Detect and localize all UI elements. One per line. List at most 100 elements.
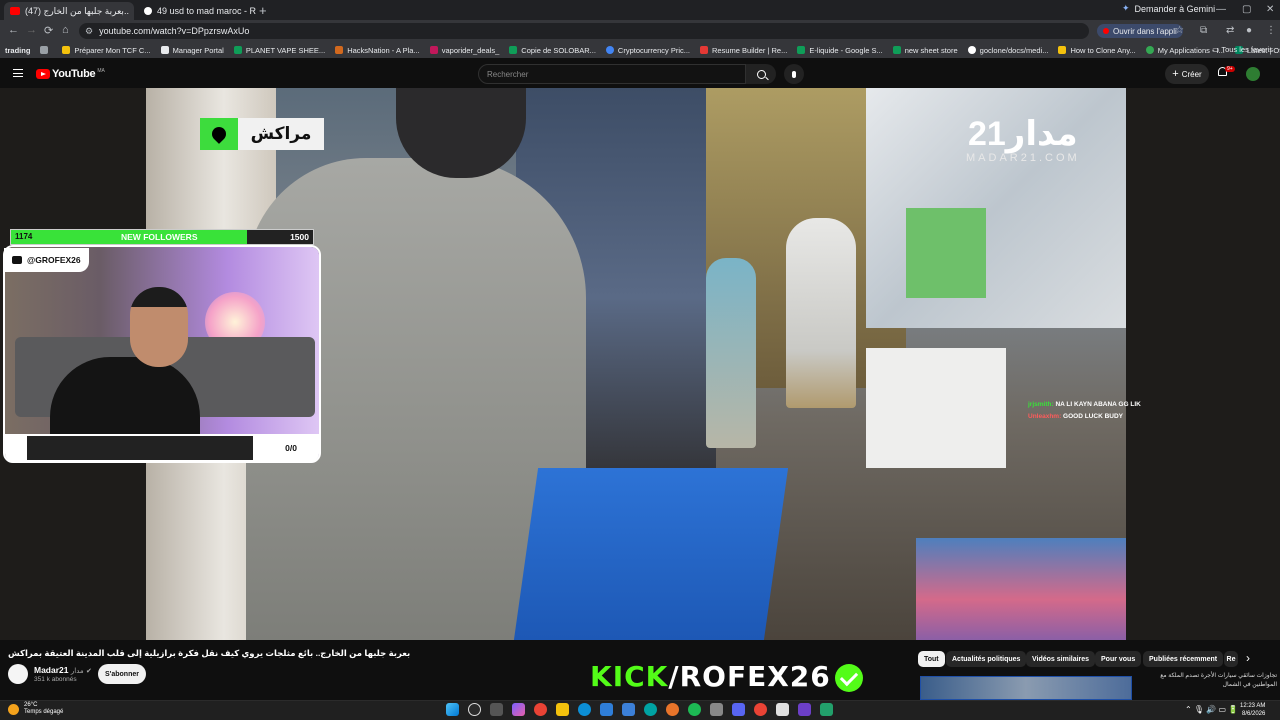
- chrome-icon[interactable]: [754, 703, 767, 716]
- chevron-right-icon[interactable]: ›: [1246, 651, 1250, 665]
- new-tab-button[interactable]: +: [259, 3, 267, 18]
- gemini-button[interactable]: ✦ Demander à Gemini: [1122, 3, 1215, 14]
- streamer-webcam: [3, 245, 321, 463]
- site-info-icon[interactable]: ⚙: [85, 26, 93, 37]
- location-label: مراكش: [238, 118, 324, 150]
- all-bookmarks-button[interactable]: ▭ Tous les favoris: [1212, 45, 1273, 54]
- open-in-app-button[interactable]: Ouvrir dans l'appli: [1097, 24, 1183, 38]
- page-icon: [160, 46, 169, 54]
- create-label: Créer: [1181, 69, 1202, 79]
- github-icon: [967, 46, 976, 54]
- minimize-icon[interactable]: —: [1216, 4, 1226, 15]
- search-input[interactable]: Rechercher: [478, 64, 746, 84]
- app-icon[interactable]: [776, 703, 789, 716]
- bookmark-item[interactable]: new sheet store: [892, 46, 958, 55]
- chip-recently-published[interactable]: Publiées récemment: [1143, 651, 1224, 667]
- gemini-label: Demander à Gemini: [1134, 3, 1216, 14]
- start-icon[interactable]: [446, 703, 459, 716]
- home-icon[interactable]: ⌂: [62, 24, 69, 36]
- close-tab-icon[interactable]: ×: [129, 6, 134, 17]
- page-icon: [429, 46, 438, 54]
- clock-date: 8/6/2026: [1242, 711, 1266, 717]
- address-bar[interactable]: ⚙ youtube.com/watch?v=DPpzrswAxUo: [79, 23, 1089, 39]
- webcam-counter: 0/0: [285, 443, 297, 453]
- copilot-icon[interactable]: [512, 703, 525, 716]
- apps-grid-icon[interactable]: [40, 46, 52, 54]
- youtube-icon: [12, 256, 22, 264]
- bookmark-star-icon[interactable]: ☆: [1175, 25, 1184, 36]
- follower-goal-bar: 1174 NEW FOLLOWERS 1500: [10, 229, 314, 245]
- tab-google-search[interactable]: 49 usd to mad maroc - Recher ×: [138, 2, 256, 20]
- cast-icon[interactable]: ⇄: [1226, 25, 1234, 36]
- related-video-thumbnail[interactable]: [920, 676, 1132, 700]
- chat-text: GOOD LUCK BUDY: [1063, 413, 1123, 420]
- menu-icon[interactable]: ⋮: [1266, 25, 1276, 36]
- search-button[interactable]: [746, 64, 776, 84]
- webcam-footer: 0/0: [5, 434, 319, 462]
- folder-icon: [62, 46, 71, 54]
- app-icon[interactable]: [644, 703, 657, 716]
- bookmark-item[interactable]: Manager Portal: [160, 45, 224, 55]
- chip-similar-videos[interactable]: Vidéos similaires: [1026, 651, 1096, 667]
- bookmark-item[interactable]: vaporider_deals_: [429, 46, 499, 55]
- bookmark-item[interactable]: goclone/docs/medi...: [967, 45, 1049, 55]
- app-icon[interactable]: [710, 703, 723, 716]
- video-scene-textile-stack: [916, 538, 1126, 640]
- gemini-icon: ✦: [1122, 3, 1130, 13]
- bookmark-item[interactable]: Copie de SOLOBAR...: [509, 46, 596, 55]
- chip-political-news[interactable]: Actualités politiques: [946, 651, 1027, 667]
- chip-cut-off[interactable]: Re: [1224, 651, 1238, 667]
- tab-youtube-video[interactable]: (47) بعربة جلبها من الخارج.. ×: [4, 2, 134, 20]
- close-window-icon[interactable]: ✕: [1266, 4, 1274, 15]
- bookmark-item[interactable]: E-liquide - Google S...: [797, 46, 883, 55]
- bookmark-item[interactable]: trading: [5, 46, 30, 55]
- profile-icon[interactable]: ●: [1246, 25, 1252, 36]
- kick-channel-banner: KICK/ROFEX26: [590, 661, 863, 693]
- reload-icon[interactable]: ⟳: [44, 24, 53, 37]
- taskbar-clock[interactable]: 12:23 AM 8/6/2026: [1240, 702, 1265, 718]
- store-icon[interactable]: [600, 703, 613, 716]
- account-avatar[interactable]: [1246, 67, 1260, 81]
- subscribe-button[interactable]: S'abonner: [98, 664, 146, 684]
- madar21-watermark: 21مدار MADAR21.COM: [966, 116, 1080, 164]
- maximize-icon[interactable]: ▢: [1242, 4, 1251, 15]
- app-icon[interactable]: [666, 703, 679, 716]
- bookmark-label: Cryptocurrency Pric...: [617, 45, 691, 55]
- related-video-title[interactable]: تجاوزات سائقي سيارات الأجرة تصدم الملكة …: [1137, 672, 1277, 690]
- app-icon[interactable]: [798, 703, 811, 716]
- edge-icon[interactable]: [578, 703, 591, 716]
- extensions-icon[interactable]: ⧉: [1200, 25, 1207, 36]
- create-button[interactable]: + Créer: [1165, 64, 1209, 84]
- voice-search-button[interactable]: [784, 64, 804, 84]
- verified-icon: ✔: [86, 668, 92, 675]
- bookmark-item[interactable]: Resume Builder | Re...: [700, 46, 787, 55]
- mail-icon[interactable]: [622, 703, 635, 716]
- discord-icon[interactable]: [732, 703, 745, 716]
- spotify-icon[interactable]: [688, 703, 701, 716]
- back-icon[interactable]: ←: [8, 24, 19, 36]
- chip-for-you[interactable]: Pour vous: [1095, 651, 1142, 667]
- file-explorer-icon[interactable]: [556, 703, 569, 716]
- page-icon: [1058, 46, 1067, 54]
- search-icon[interactable]: [468, 703, 481, 716]
- bookmark-label: goclone/docs/medi...: [979, 45, 1049, 55]
- channel-avatar[interactable]: [8, 664, 28, 684]
- bookmark-item[interactable]: PLANET VAPE SHEE...: [233, 46, 325, 55]
- menu-hamburger-icon[interactable]: [13, 69, 23, 77]
- channel-name[interactable]: Madar21 مدار ✔: [34, 665, 92, 675]
- bookmark-item[interactable]: Préparer Mon TCF C...: [62, 46, 151, 55]
- bookmark-item[interactable]: Cryptocurrency Pric...: [605, 45, 691, 55]
- search-placeholder: Rechercher: [487, 69, 529, 79]
- bookmark-label: Manager Portal: [172, 45, 224, 55]
- task-view-icon[interactable]: [490, 703, 503, 716]
- system-tray[interactable]: ⌃ 🎙 🔊 ▭ 🔋: [1185, 705, 1238, 714]
- app-icon[interactable]: [820, 703, 833, 716]
- chip-all[interactable]: Tout: [918, 651, 945, 667]
- weather-widget[interactable]: 26°C Temps dégagé: [8, 702, 63, 716]
- forward-icon[interactable]: →: [26, 24, 37, 36]
- bookmark-item[interactable]: How to Clone Any...: [1058, 46, 1136, 55]
- channel-handle: @GROFEX26: [27, 255, 81, 265]
- chrome-icon[interactable]: [534, 703, 547, 716]
- youtube-logo[interactable]: YouTube MA: [36, 68, 105, 80]
- bookmark-item[interactable]: HacksNation - A Pla...: [335, 46, 420, 55]
